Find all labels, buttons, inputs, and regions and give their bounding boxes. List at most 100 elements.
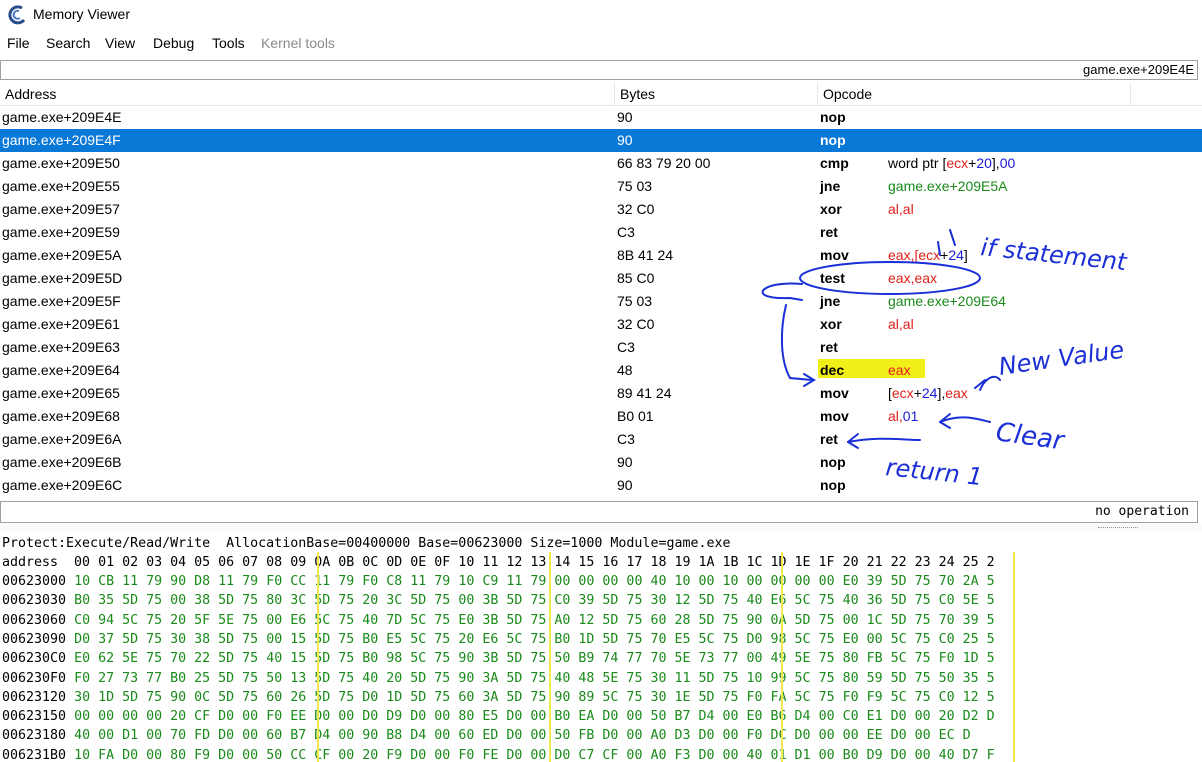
- disassembly-row[interactable]: game.exe+209E59 C3 ret: [0, 221, 1202, 244]
- disassembly-row[interactable]: game.exe+209E50 66 83 79 20 00 cmp word ptr…: [0, 152, 1202, 175]
- hex-row[interactable]: 00623000 10 CB 11 79 90 D8 11 79 F0 CC 1…: [2, 574, 995, 589]
- hex-row-address: 00623120: [2, 689, 67, 705]
- hex-row[interactable]: 006230C0 E0 62 5E 75 70 22 5D 75 40 15 5…: [2, 651, 995, 666]
- disassembly-header: Address Bytes Opcode: [0, 83, 1202, 106]
- panel-splitter[interactable]: [0, 524, 1202, 532]
- row-opcode: nop: [820, 477, 846, 493]
- row-opcode: ret: [820, 224, 838, 240]
- disassembly-row[interactable]: game.exe+209E63 C3 ret: [0, 336, 1202, 359]
- row-bytes: 90: [617, 109, 633, 125]
- hex-row[interactable]: 00623030 B0 35 5D 75 00 38 5D 75 80 3C 5…: [2, 593, 995, 608]
- row-operands: word ptr [ecx+20],00: [888, 155, 1015, 171]
- operand-part: 01: [902, 408, 919, 424]
- disassembly-row[interactable]: game.exe+209E6A C3 ret: [0, 428, 1202, 451]
- row-opcode: nop: [820, 454, 846, 470]
- operand-part: ecx: [891, 385, 914, 401]
- operand-part: 24: [948, 247, 964, 263]
- disassembly-row[interactable]: game.exe+209E4F 90 nop: [0, 129, 1202, 152]
- current-address: game.exe+209E4E: [1083, 62, 1194, 77]
- address-bar[interactable]: game.exe+209E4E: [0, 60, 1198, 80]
- hex-row[interactable]: 00623180 40 00 D1 00 70 FD D0 00 60 B7 D…: [2, 728, 971, 743]
- row-operands: eax,eax: [888, 270, 937, 286]
- menu-search[interactable]: Search: [46, 35, 90, 51]
- disassembly-row[interactable]: game.exe+209E5F 75 03 jne game.exe+209E64: [0, 290, 1202, 313]
- disassembly-row[interactable]: game.exe+209E6B 90 nop: [0, 451, 1202, 474]
- row-opcode: nop: [820, 109, 846, 125]
- hex-row[interactable]: 006231B0 10 FA D0 00 80 F9 D0 00 50 CC C…: [2, 748, 995, 759]
- hex-row[interactable]: 00623120 30 1D 5D 75 90 0C 5D 75 60 26 5…: [2, 690, 995, 705]
- hex-row[interactable]: 00623090 D0 37 5D 75 30 38 5D 75 00 15 5…: [2, 632, 995, 647]
- disassembly-row[interactable]: game.exe+209E68 B0 01 mov al,01: [0, 405, 1202, 428]
- hex-row-address: 00623030: [2, 593, 67, 609]
- row-bytes: 32 C0: [617, 316, 655, 332]
- row-address: game.exe+209E6C: [2, 477, 123, 493]
- hex-column-marker: [317, 552, 319, 762]
- operand-part: game.exe+209E5A: [888, 178, 1008, 194]
- row-opcode: ret: [820, 339, 838, 355]
- column-opcode[interactable]: Opcode: [823, 86, 872, 102]
- operand-part: al,al: [888, 316, 914, 332]
- row-bytes: C3: [617, 339, 635, 355]
- row-address: game.exe+209E61: [2, 316, 120, 332]
- title-bar: Memory Viewer: [0, 0, 1202, 30]
- operand-part: al,: [888, 408, 903, 424]
- operand-part: eax,[: [888, 247, 919, 263]
- column-divider[interactable]: [614, 83, 615, 105]
- disassembly-row[interactable]: game.exe+209E65 89 41 24 mov [ecx+24],eax: [0, 382, 1202, 405]
- row-opcode: dec: [820, 362, 845, 378]
- operand-part: eax: [888, 362, 911, 378]
- hex-row-bytes: E0 62 5E 75 70 22 5D 75 40 15 5D 75 B0 9…: [74, 651, 995, 667]
- row-opcode: ret: [820, 431, 838, 447]
- instruction-status: no operation: [0, 501, 1198, 523]
- row-operands: al,al: [888, 201, 914, 217]
- hex-view[interactable]: Protect:Execute/Read/Write AllocationBas…: [0, 534, 1202, 759]
- hex-row[interactable]: 006230F0 F0 27 73 77 B0 25 5D 75 50 13 5…: [2, 671, 995, 686]
- disassembly-row[interactable]: game.exe+209E57 32 C0 xor al,al: [0, 198, 1202, 221]
- column-divider[interactable]: [817, 83, 818, 105]
- row-bytes: 75 03: [617, 293, 653, 309]
- operand-part: 20: [976, 155, 992, 171]
- row-operands: al,al: [888, 316, 914, 332]
- disassembly-row[interactable]: game.exe+209E4E 90 nop: [0, 106, 1202, 129]
- disassembly-row[interactable]: game.exe+209E5A 8B 41 24 mov eax,[ecx+24]: [0, 244, 1202, 267]
- hex-row-bytes: B0 35 5D 75 00 38 5D 75 80 3C 5D 75 20 3…: [74, 593, 995, 609]
- row-address: game.exe+209E6A: [2, 431, 122, 447]
- disassembly-view[interactable]: game.exe+209E4E 90 nop game.exe+209E4F 90 nop…: [0, 106, 1202, 498]
- disassembly-row[interactable]: game.exe+209E5D 85 C0 test eax,eax: [0, 267, 1202, 290]
- hex-row[interactable]: 00623150 00 00 00 00 20 CF D0 00 F0 EE D…: [2, 709, 995, 724]
- hex-row-address: 006230C0: [2, 651, 67, 667]
- row-address: game.exe+209E63: [2, 339, 120, 355]
- hex-row[interactable]: 00623060 C0 94 5C 75 20 5F 5E 75 00 E6 5…: [2, 613, 995, 628]
- row-operands: game.exe+209E64: [888, 293, 1006, 309]
- row-bytes: 90: [617, 477, 633, 493]
- operand-part: word ptr [: [888, 155, 947, 171]
- row-opcode: xor: [820, 201, 842, 217]
- menu-tools[interactable]: Tools: [212, 35, 245, 51]
- menu-view[interactable]: View: [105, 35, 135, 51]
- row-opcode: nop: [820, 132, 846, 148]
- row-address: game.exe+209E64: [2, 362, 120, 378]
- column-divider[interactable]: [1130, 83, 1131, 105]
- row-opcode: mov: [820, 247, 849, 263]
- row-opcode: jne: [820, 178, 841, 194]
- row-opcode: jne: [820, 293, 841, 309]
- disassembly-row[interactable]: game.exe+209E6C 90 nop: [0, 474, 1202, 497]
- hex-row-address: 00623090: [2, 631, 67, 647]
- menu-debug[interactable]: Debug: [153, 35, 194, 51]
- disassembly-row[interactable]: game.exe+209E61 32 C0 xor al,al: [0, 313, 1202, 336]
- row-bytes: 90: [617, 132, 633, 148]
- column-address[interactable]: Address: [5, 86, 56, 102]
- memory-region-info: Protect:Execute/Read/Write AllocationBas…: [2, 536, 731, 551]
- row-opcode: xor: [820, 316, 842, 332]
- menu-kernel-tools[interactable]: Kernel tools: [261, 35, 335, 51]
- disassembly-row[interactable]: game.exe+209E64 48 dec eax: [0, 359, 1202, 382]
- menu-file[interactable]: File: [7, 35, 30, 51]
- hex-row-address: 00623150: [2, 709, 67, 725]
- disassembly-row[interactable]: game.exe+209E55 75 03 jne game.exe+209E5A: [0, 175, 1202, 198]
- row-opcode: test: [820, 270, 845, 286]
- operand-part: ]: [963, 247, 968, 263]
- row-opcode: mov: [820, 385, 849, 401]
- hex-row-bytes: 10 CB 11 79 90 D8 11 79 F0 CC 11 79 F0 C…: [74, 574, 995, 589]
- column-bytes[interactable]: Bytes: [620, 86, 655, 102]
- row-bytes: 32 C0: [617, 201, 655, 217]
